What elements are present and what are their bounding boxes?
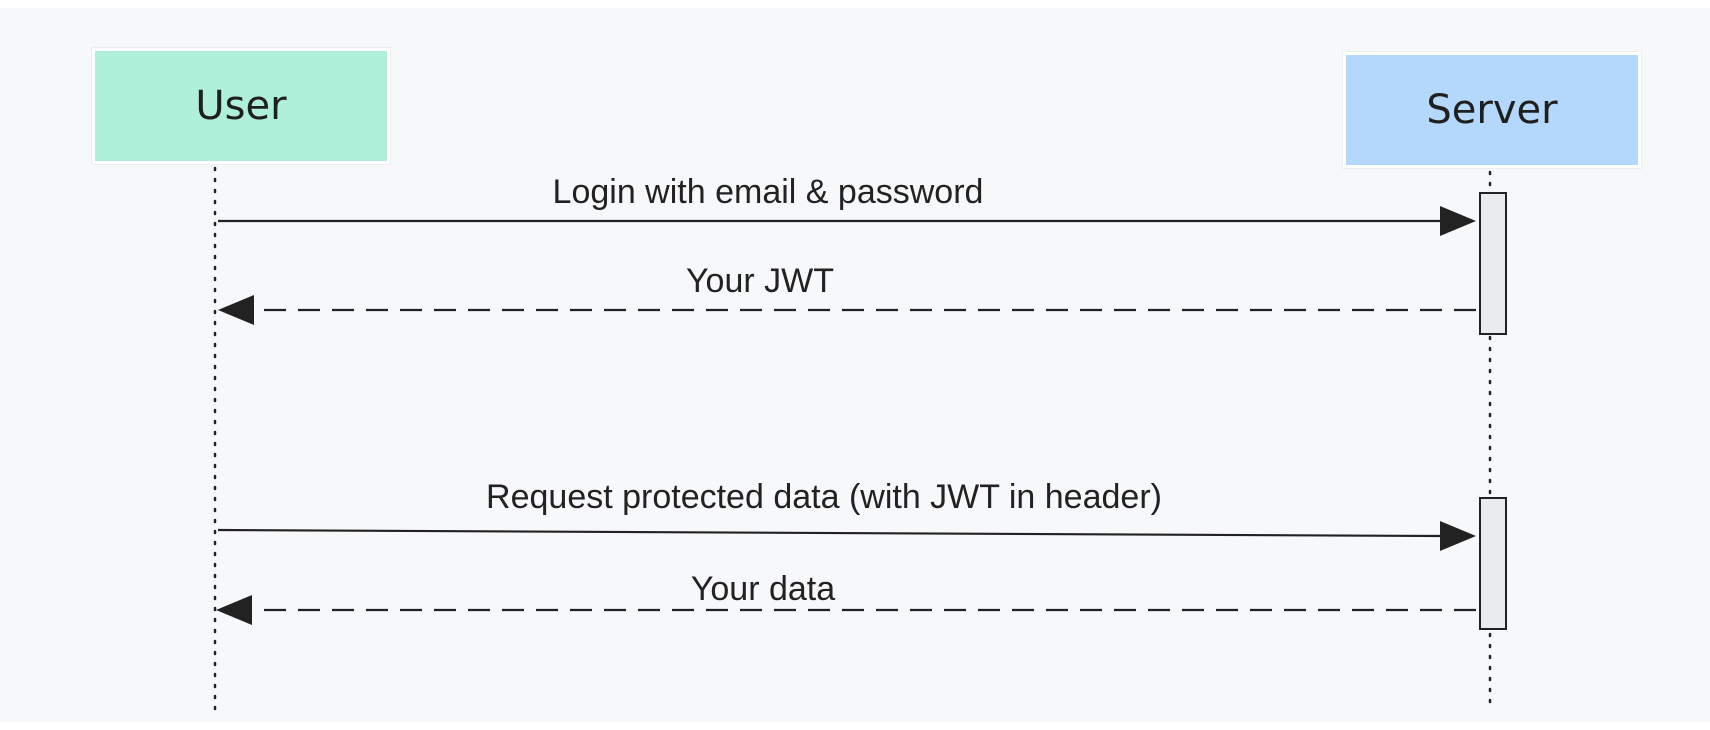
message-arrow-request [217, 528, 1441, 538]
actor-user-label: User [195, 83, 287, 129]
arrowhead-request [1440, 521, 1476, 551]
actor-user-box: User [92, 48, 390, 164]
server-activation-bar-1 [1479, 192, 1507, 335]
message-label-login: Login with email & password [553, 173, 984, 211]
arrowhead-login [1440, 206, 1476, 236]
message-label-data: Your data [691, 570, 835, 608]
arrowhead-data [216, 595, 252, 625]
message-label-jwt: Your JWT [686, 262, 834, 300]
arrowhead-jwt [218, 295, 254, 325]
actor-server-label: Server [1426, 87, 1558, 133]
server-activation-bar-2 [1479, 497, 1507, 630]
actor-server-box: Server [1343, 52, 1641, 168]
message-label-request: Request protected data (with JWT in head… [486, 478, 1162, 516]
